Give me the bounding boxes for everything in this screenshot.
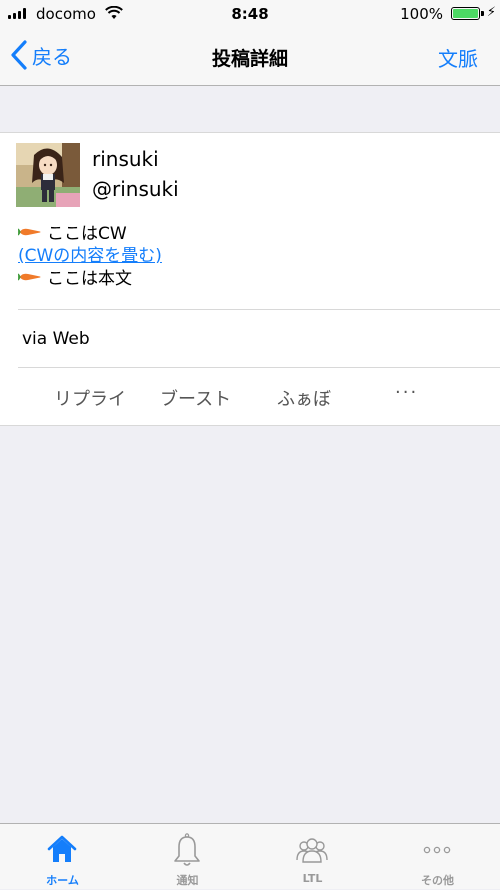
boost-button[interactable]: ブースト [160,385,231,411]
display-name[interactable]: rinsuki [92,147,159,171]
account-handle[interactable]: @rinsuki [92,177,179,201]
bell-icon [174,833,200,866]
context-button[interactable]: 文脈 [438,43,478,72]
tab-home[interactable]: ホーム [0,824,125,890]
people-icon [296,838,328,863]
divider [18,309,500,310]
battery-icon [451,7,480,20]
tab-label: 通知 [176,874,199,887]
body-text-line: ここは本文 [18,264,132,289]
battery-level [453,9,478,18]
tab-notifications[interactable]: 通知 [125,824,250,890]
navigation-bar: 戻る 投稿詳細 文脈 [0,28,500,86]
divider [18,367,500,368]
tab-label: その他 [421,874,454,887]
page-title: 投稿詳細 [211,48,288,70]
more-dots-icon [423,846,451,854]
tab-other[interactable]: その他 [375,824,500,890]
body-text: ここは本文 [47,269,132,289]
carrot-icon [18,228,41,235]
favourite-button[interactable]: ふぁぼ [277,385,331,411]
carrot-icon [18,273,41,280]
tab-label: ホーム [46,874,79,887]
charging-bolt-icon: ⚡ [486,5,496,20]
cw-collapse-link[interactable]: (CWの内容を畳む) [18,241,162,266]
tab-bar: ホーム 通知 LTL その他 [0,823,500,889]
home-icon [47,835,77,862]
tab-label: LTL [302,872,323,885]
post-detail-card: rinsuki @rinsuki ここはCW (CWの内容を畳む) ここは本文 … [0,132,500,426]
battery-cap [481,11,484,16]
battery-percentage: 100% [400,5,443,23]
via-application: via Web [22,329,90,349]
tab-ltl[interactable]: LTL [250,824,375,890]
more-button[interactable]: ··· [395,382,418,403]
avatar[interactable] [16,143,80,207]
reply-button[interactable]: リプライ [54,385,126,411]
status-bar: docomo 8:48 100% ⚡ [0,0,500,28]
